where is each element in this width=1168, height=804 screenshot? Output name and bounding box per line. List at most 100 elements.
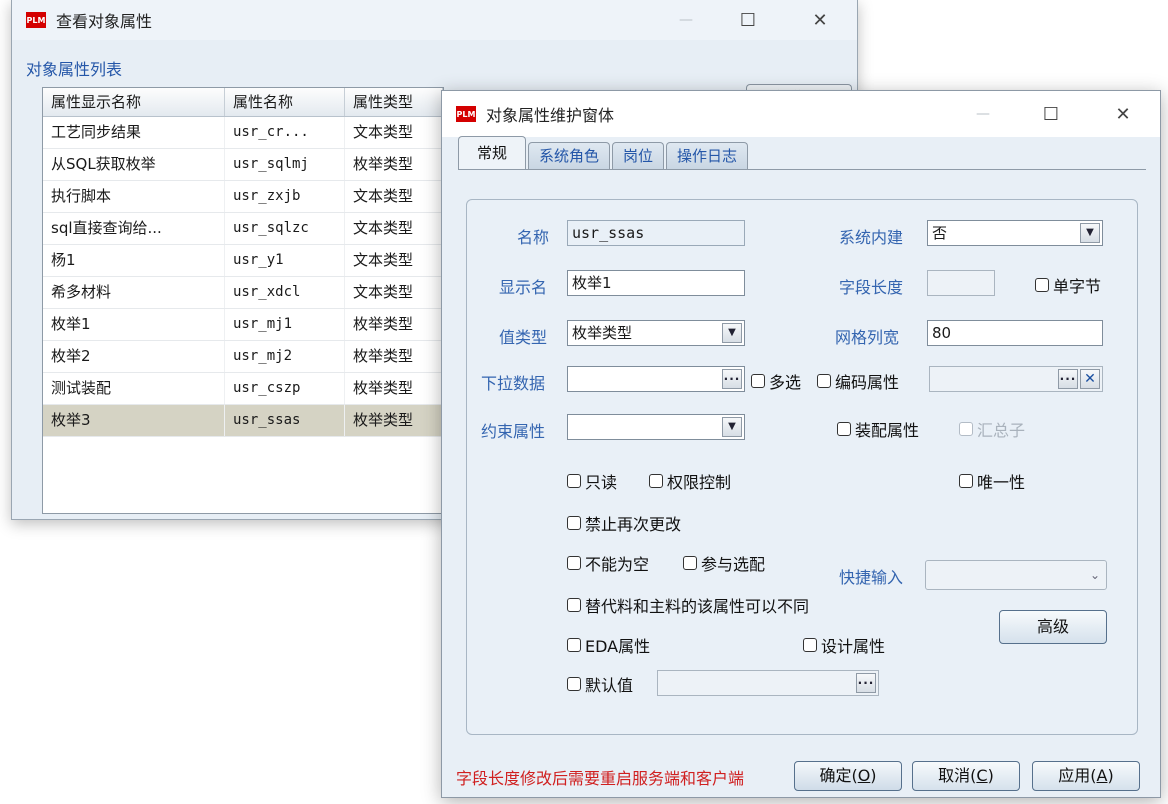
display-name-field[interactable]: 枚举1	[567, 270, 745, 296]
chevron-down-icon[interactable]: ▼	[722, 323, 742, 343]
checkbox-box	[959, 422, 973, 436]
list-caption: 对象属性列表	[26, 60, 123, 79]
cell-display-name: 执行脚本	[43, 181, 225, 212]
chevron-down-icon[interactable]: ⌄	[1090, 563, 1100, 587]
readonly-checkbox[interactable]: 只读	[567, 469, 617, 493]
table-row[interactable]: 枚举2 usr_mj2 枚举类型	[43, 341, 443, 373]
table-row[interactable]: 希多材料 usr_xdcl 文本类型	[43, 277, 443, 309]
cell-attr-type: 文本类型	[345, 181, 443, 212]
value-type-value: 枚举类型	[572, 324, 633, 342]
close-icon[interactable]: ✕	[1100, 94, 1146, 134]
ok-button[interactable]: 确定(O)	[794, 761, 902, 791]
substitute-diff-label: 替代料和主料的该属性可以不同	[585, 597, 810, 616]
multi-select-label: 多选	[769, 373, 802, 392]
checkbox-box	[567, 677, 581, 691]
table-header: 属性显示名称 属性名称 属性类型	[43, 88, 443, 117]
substitute-diff-checkbox[interactable]: 替代料和主料的该属性可以不同	[567, 593, 809, 617]
constraint-select[interactable]: ▼	[567, 414, 745, 440]
eda-attr-checkbox[interactable]: EDA属性	[567, 633, 650, 657]
encode-attr-label: 编码属性	[835, 373, 900, 392]
cell-attr-name: usr_mj2	[225, 341, 345, 372]
field-length-label: 字段长度	[839, 278, 904, 297]
encode-attr-field[interactable]: ··· ✕	[929, 366, 1103, 392]
status-message: 字段长度修改后需要重启服务端和客户端	[456, 769, 745, 788]
table-row[interactable]: 杨1 usr_y1 文本类型	[43, 245, 443, 277]
table-row[interactable]: 从SQL获取枚举 usr_sqlmj 枚举类型	[43, 149, 443, 181]
permission-control-checkbox[interactable]: 权限控制	[649, 469, 731, 493]
cell-attr-name: usr_ssas	[225, 405, 345, 436]
column-header-attr-name[interactable]: 属性名称	[225, 88, 345, 116]
table-row[interactable]: 枚举1 usr_mj1 枚举类型	[43, 309, 443, 341]
maximize-icon[interactable]: ☐	[1028, 94, 1074, 134]
field-length-field[interactable]	[927, 270, 995, 296]
cell-display-name: sql直接查询给...	[43, 213, 225, 244]
default-value-field[interactable]: ···	[657, 670, 879, 696]
maximize-icon[interactable]: ☐	[725, 0, 771, 40]
value-type-select[interactable]: 枚举类型 ▼	[567, 320, 745, 346]
name-field[interactable]: usr_ssas	[567, 220, 745, 246]
grid-width-field[interactable]: 80	[927, 320, 1103, 346]
table-row[interactable]: 枚举3 usr_ssas 枚举类型	[43, 405, 443, 437]
cancel-button[interactable]: 取消(C)	[912, 761, 1020, 791]
checkbox-box	[959, 474, 973, 488]
tab-positions[interactable]: 岗位	[612, 142, 665, 169]
unique-checkbox[interactable]: 唯一性	[959, 469, 1025, 493]
plm-logo-icon: PLM	[456, 106, 476, 122]
default-value-checkbox[interactable]: 默认值	[567, 672, 633, 696]
minimize-icon[interactable]: —	[960, 94, 1006, 134]
clear-icon[interactable]: ✕	[1080, 369, 1100, 389]
checkbox-box	[817, 374, 831, 388]
table-row[interactable]: sql直接查询给... usr_sqlzc 文本类型	[43, 213, 443, 245]
ellipsis-icon[interactable]: ···	[722, 369, 742, 389]
tab-system-roles[interactable]: 系统角色	[528, 142, 611, 169]
checkbox-box	[567, 556, 581, 570]
apply-button[interactable]: 应用(A)	[1032, 761, 1140, 791]
grid-width-label: 网格列宽	[835, 328, 900, 347]
design-attr-label: 设计属性	[821, 637, 886, 656]
cell-attr-type: 枚举类型	[345, 341, 443, 372]
quick-input-select[interactable]: ⌄	[925, 560, 1107, 590]
design-attr-checkbox[interactable]: 设计属性	[803, 633, 885, 657]
chevron-down-icon[interactable]: ▼	[1080, 223, 1100, 243]
not-null-checkbox[interactable]: 不能为空	[567, 551, 649, 575]
selectable-label: 参与选配	[701, 555, 766, 574]
column-header-attr-type[interactable]: 属性类型	[345, 88, 443, 116]
cell-attr-type: 枚举类型	[345, 149, 443, 180]
ellipsis-icon[interactable]: ···	[1058, 369, 1078, 389]
single-byte-checkbox[interactable]: 单字节	[1035, 273, 1101, 297]
cell-display-name: 枚举1	[43, 309, 225, 340]
encode-attr-checkbox[interactable]: 编码属性	[817, 369, 899, 393]
close-icon[interactable]: ✕	[797, 0, 843, 40]
assembly-attr-checkbox[interactable]: 装配属性	[837, 417, 919, 441]
no-change-checkbox[interactable]: 禁止再次更改	[567, 511, 681, 535]
cell-display-name: 工艺同步结果	[43, 117, 225, 148]
dropdown-data-field[interactable]: ···	[567, 366, 745, 392]
tab-general[interactable]: 常规	[458, 136, 527, 169]
ellipsis-icon[interactable]: ···	[856, 673, 876, 693]
cell-attr-type: 文本类型	[345, 245, 443, 276]
attribute-maintenance-dialog: PLM 对象属性维护窗体 — ☐ ✕ 常规 系统角色 岗位 操作日志 名称 us…	[441, 90, 1161, 798]
cell-attr-name: usr_sqlzc	[225, 213, 345, 244]
cell-attr-name: usr_sqlmj	[225, 149, 345, 180]
column-header-display-name[interactable]: 属性显示名称	[43, 88, 225, 116]
summary-child-label: 汇总子	[977, 421, 1026, 440]
advanced-button[interactable]: 高级	[999, 610, 1107, 644]
table-row[interactable]: 执行脚本 usr_zxjb 文本类型	[43, 181, 443, 213]
table-row[interactable]: 工艺同步结果 usr_cr... 文本类型	[43, 117, 443, 149]
selectable-checkbox[interactable]: 参与选配	[683, 551, 765, 575]
table-row[interactable]: 测试装配 usr_cszp 枚举类型	[43, 373, 443, 405]
permission-control-label: 权限控制	[667, 473, 732, 492]
single-byte-label: 单字节	[1053, 277, 1102, 296]
checkbox-box	[649, 474, 663, 488]
cell-display-name: 测试装配	[43, 373, 225, 404]
minimize-icon[interactable]: —	[663, 0, 709, 40]
plm-logo-icon: PLM	[26, 12, 46, 28]
chevron-down-icon[interactable]: ▼	[722, 417, 742, 437]
builtin-label: 系统内建	[839, 228, 904, 247]
cell-display-name: 杨1	[43, 245, 225, 276]
quick-input-label: 快捷输入	[839, 568, 904, 587]
builtin-select[interactable]: 否 ▼	[927, 220, 1103, 246]
tab-operation-log[interactable]: 操作日志	[666, 142, 749, 169]
checkbox-box	[567, 638, 581, 652]
multi-select-checkbox[interactable]: 多选	[751, 369, 801, 393]
